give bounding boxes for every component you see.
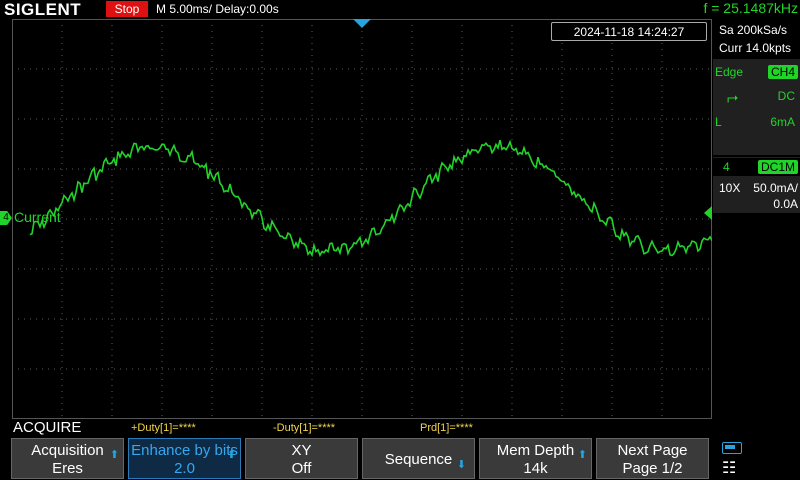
- channel-number-badge: 4: [0, 211, 12, 225]
- measurement-positive-duty: +Duty[1]=****: [131, 422, 196, 434]
- vertical-offset: 0.0A: [773, 197, 798, 211]
- date-time: 2024-11-18 14:24:27: [551, 22, 707, 41]
- rising-edge-icon: ⮣: [727, 89, 739, 105]
- enhance-bits-softkey[interactable]: Enhance by bits 2.0 ⬆: [128, 438, 241, 479]
- xy-mode-softkey[interactable]: XY Off: [245, 438, 358, 479]
- network-icon[interactable]: ☷: [722, 458, 736, 478]
- graticule: [12, 19, 712, 419]
- softkey-label: XY: [291, 442, 312, 459]
- menu-title: ACQUIRE: [13, 419, 82, 436]
- probe-attenuation: 10X: [719, 181, 741, 195]
- trigger-level-marker[interactable]: [704, 206, 712, 220]
- top-bar: SIGLENT Stop M 5.00ms/ Delay:0.00s f = 2…: [0, 0, 800, 19]
- frequency-counter: f = 25.1487kHz: [703, 0, 798, 16]
- trigger-coupling: DC: [777, 89, 795, 103]
- trigger-level-label: L: [715, 115, 722, 129]
- memory-depth-softkey[interactable]: Mem Depth 14k ⬆: [479, 438, 592, 479]
- arrow-up-icon: ⬆: [109, 449, 119, 461]
- next-page-softkey[interactable]: Next Page Page 1/2: [596, 438, 709, 479]
- memory-depth-readout: Curr 14.0kpts: [719, 41, 792, 55]
- sequence-softkey[interactable]: Sequence ⬇: [362, 438, 475, 479]
- trigger-position-marker[interactable]: [353, 19, 371, 28]
- trigger-source: CH4: [767, 65, 798, 79]
- channel-info-number: 4: [723, 160, 730, 174]
- channel-coupling: DC1M: [757, 160, 798, 174]
- sample-rate: Sa 200kSa/s: [719, 23, 788, 37]
- measurement-negative-duty: -Duty[1]=****: [273, 422, 336, 434]
- battery-icon: [722, 442, 742, 454]
- softkey-label: Mem Depth: [496, 442, 575, 459]
- channel-label: Current: [14, 209, 61, 225]
- softkey-value: 14k: [523, 460, 548, 477]
- channel-info-box[interactable]: 4 DC1M 10X 50.0mA/ 0.0A: [713, 157, 800, 213]
- measurement-period: Prd[1]=****: [420, 422, 473, 434]
- sample-info: Sa 200kSa/s Curr 14.0kpts: [713, 21, 800, 57]
- softkey-value: Off: [291, 460, 312, 477]
- right-status-panel: Sa 200kSa/s Curr 14.0kpts Edge CH4 ⮣ DC …: [713, 19, 800, 419]
- timebase-readout[interactable]: M 5.00ms/ Delay:0.00s: [156, 2, 279, 16]
- bottom-info-bar: ACQUIRE +Duty[1]=**** -Duty[1]=**** Prd[…: [0, 419, 712, 437]
- trigger-level-value: 6mA: [770, 115, 795, 129]
- acquisition-mode-softkey[interactable]: Acquisition Eres ⬆: [11, 438, 124, 479]
- waveform-display[interactable]: [12, 19, 712, 419]
- softkey-bar: Acquisition Eres ⬆ Enhance by bits 2.0 ⬆…: [0, 437, 800, 480]
- ch4-trace: [29, 139, 712, 258]
- arrow-up-icon: ⬆: [577, 449, 587, 461]
- softkey-label: Acquisition: [31, 442, 104, 459]
- arrow-down-icon: ⬇: [456, 459, 466, 471]
- arrow-up-icon: ⬆: [226, 449, 236, 461]
- softkey-value: 2.0: [174, 460, 195, 477]
- run-stop-indicator[interactable]: Stop: [106, 1, 148, 17]
- trigger-info-box[interactable]: Edge CH4 ⮣ DC L 6mA: [713, 59, 800, 155]
- softkey-value: Eres: [52, 460, 83, 477]
- softkey-value: Page 1/2: [622, 460, 683, 477]
- trigger-type: Edge: [715, 65, 744, 79]
- brand-logo: SIGLENT: [4, 0, 82, 19]
- softkey-label: Enhance by bits: [131, 442, 238, 459]
- softkey-label: Next Page: [617, 442, 688, 459]
- vertical-scale: 50.0mA/: [753, 181, 798, 195]
